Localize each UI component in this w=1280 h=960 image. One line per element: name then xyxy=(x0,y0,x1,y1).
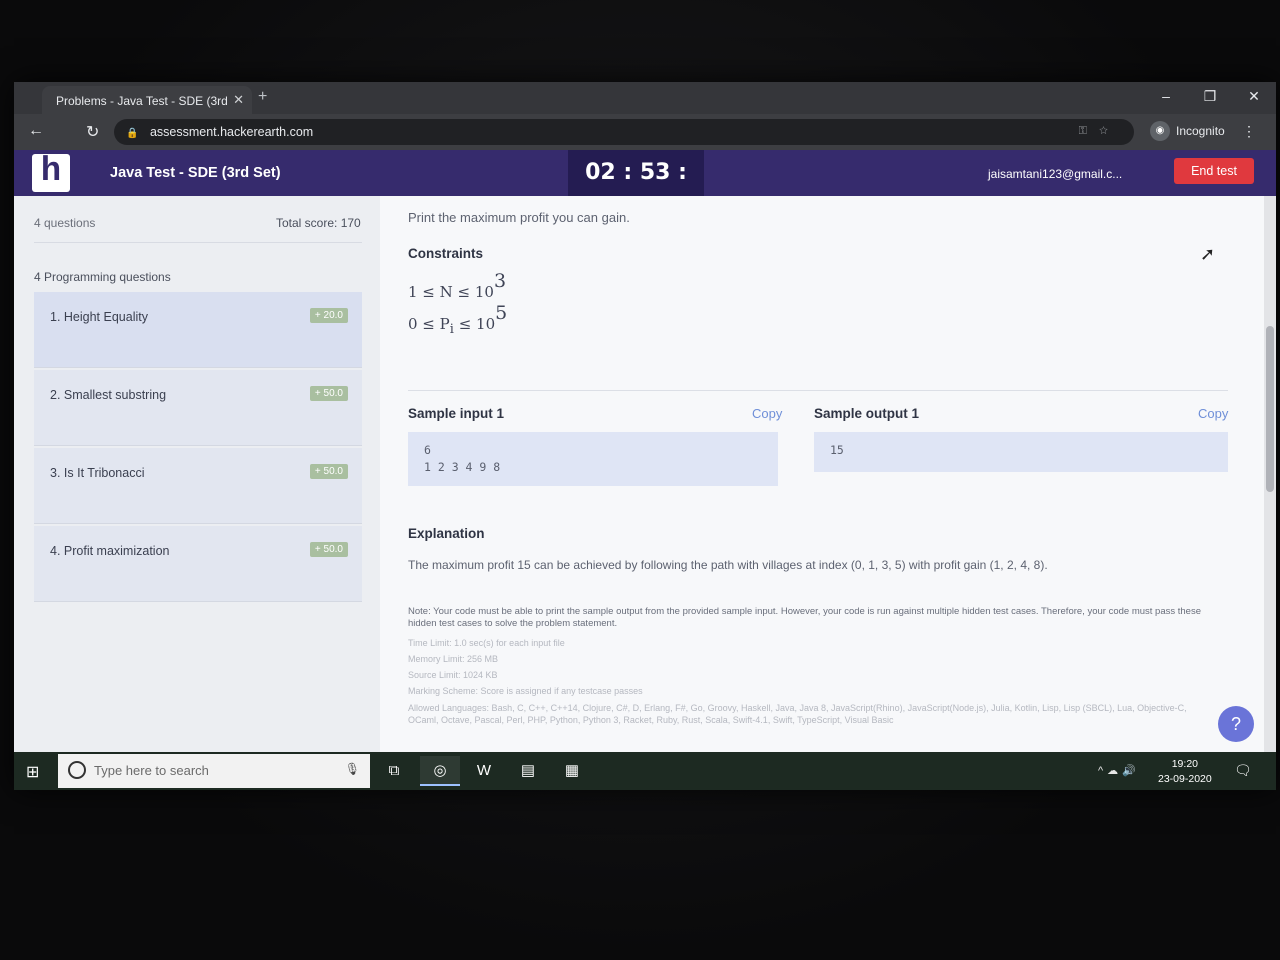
close-window-button[interactable]: ✕ xyxy=(1232,82,1276,110)
question-item-3[interactable]: 3. Is It Tribonacci + 50.0 xyxy=(34,448,362,524)
sample-input-box: 6 1 2 3 4 9 8 xyxy=(408,432,778,486)
question-score-badge: + 20.0 xyxy=(309,308,348,323)
windows-start-icon[interactable]: ⊞ xyxy=(26,762,39,782)
store-icon[interactable]: ▦ xyxy=(552,756,592,786)
notification-icon[interactable]: 🗨 xyxy=(1234,762,1252,779)
word-icon[interactable]: W xyxy=(464,756,504,786)
user-email[interactable]: jaisamtani123@gmail.c... xyxy=(988,167,1122,181)
reload-icon[interactable]: ↻ xyxy=(86,122,99,142)
constraint-n-text: 1 ≤ N ≤ 10 xyxy=(408,283,494,301)
question-item-2[interactable]: 2. Smallest substring + 50.0 xyxy=(34,370,362,446)
search-placeholder: Type here to search xyxy=(94,763,209,778)
sidebar-divider xyxy=(34,242,362,243)
section-title: 4 Programming questions xyxy=(34,270,171,284)
lock-icon: 🔒 xyxy=(126,128,139,139)
copy-output-button[interactable]: Copy xyxy=(1198,406,1228,421)
sample-output-box: 15 xyxy=(814,432,1228,472)
explanation-text: The maximum profit 15 can be achieved by… xyxy=(408,558,1048,572)
browser-tab-strip: Problems - Java Test - SDE (3rd ✕ + – ❐ … xyxy=(14,82,1276,114)
restore-button[interactable]: ❐ xyxy=(1188,82,1232,110)
marking-scheme: Marking Scheme: Score is assigned if any… xyxy=(408,686,643,696)
taskbar-clock[interactable]: 19:20 23-09-2020 xyxy=(1158,757,1212,787)
browser-tab[interactable]: Problems - Java Test - SDE (3rd ✕ xyxy=(42,86,252,114)
incognito-indicator[interactable]: ◉ Incognito xyxy=(1150,121,1225,141)
url-text: assessment.hackerearth.com xyxy=(149,125,314,139)
taskbar-search[interactable]: Type here to search 🎙 xyxy=(58,754,370,788)
hackerearth-logo[interactable]: h xyxy=(32,154,70,192)
omnibox-icons[interactable]: ⚿☆ xyxy=(1079,125,1120,138)
constraints-heading: Constraints xyxy=(408,246,484,261)
tab-title: Problems - Java Test - SDE (3rd xyxy=(56,94,228,108)
sample-input-heading: Sample input 1 xyxy=(408,406,505,421)
minimize-button[interactable]: – xyxy=(1144,82,1188,110)
window-controls: – ❐ ✕ xyxy=(1144,82,1276,110)
note-text: Note: Your code must be able to print th… xyxy=(408,606,1201,629)
help-icon[interactable]: ? xyxy=(1218,706,1254,742)
output-format-text: Print the maximum profit you can gain. xyxy=(408,210,630,225)
system-tray-icons[interactable]: ^☁🔊 xyxy=(1098,764,1140,777)
question-title: 1. Height Equality xyxy=(50,310,148,324)
mouse-cursor-icon: ➚ xyxy=(1200,244,1216,264)
task-view-icon[interactable]: ⧉ xyxy=(374,756,414,786)
windows-taskbar: ⊞ Type here to search 🎙 ⧉ ◎ W ▤ ▦ ^☁🔊 19… xyxy=(14,752,1276,790)
source-limit: Source Limit: 1024 KB xyxy=(408,670,498,680)
question-title: 2. Smallest substring xyxy=(50,388,167,402)
photo-stage: Problems - Java Test - SDE (3rd ✕ + – ❐ … xyxy=(0,0,1280,960)
site-header: h Java Test - SDE (3rd Set) 02 : 53 : 19… xyxy=(14,150,1276,231)
allowed-languages: Allowed Languages: Bash, C, C++, C++14, … xyxy=(408,703,1187,725)
end-test-button[interactable]: End test xyxy=(1174,158,1254,184)
question-score-badge: + 50.0 xyxy=(309,464,348,479)
constraint-p-exponent: 5 xyxy=(495,302,508,324)
cortana-circle-icon xyxy=(68,761,86,779)
incognito-label: Incognito xyxy=(1176,124,1225,138)
question-item-4[interactable]: 4. Profit maximization + 50.0 xyxy=(34,526,362,602)
sample-output-heading: Sample output 1 xyxy=(814,406,920,421)
browser-toolbar: ← ↻ 🔒 assessment.hackerearth.com ⚿☆ ◉ In… xyxy=(14,114,1276,150)
copy-input-button[interactable]: Copy xyxy=(752,406,782,421)
test-title: Java Test - SDE (3rd Set) xyxy=(110,165,281,181)
memory-limit: Memory Limit: 256 MB xyxy=(408,654,499,664)
question-title: 4. Profit maximization xyxy=(50,544,170,558)
constraint-n-exponent: 3 xyxy=(493,270,507,292)
menu-kebab-icon[interactable]: ⋮ xyxy=(1242,123,1256,140)
question-sidebar: 4 questions Total score: 170 4 Programmi… xyxy=(14,196,380,752)
time-limit: Time Limit: 1.0 sec(s) for each input fi… xyxy=(408,638,565,648)
constraint-p-text: 0 ≤ P xyxy=(408,315,450,333)
total-score: Total score: 170 xyxy=(276,216,361,230)
constraint-p: 0 ≤ Pi ≤ 105 xyxy=(408,302,507,337)
question-score-badge: + 50.0 xyxy=(309,386,348,401)
constraint-n: 1 ≤ N ≤ 103 xyxy=(408,270,506,301)
section-divider xyxy=(408,390,1228,391)
constraint-p-bound: ≤ 10 xyxy=(453,315,496,333)
clock-date: 23-09-2020 xyxy=(1158,773,1212,785)
incognito-icon: ◉ xyxy=(1150,121,1170,141)
scrollbar-thumb[interactable] xyxy=(1266,326,1274,492)
file-explorer-icon[interactable]: ▤ xyxy=(508,756,548,786)
chrome-icon[interactable]: ◎ xyxy=(420,756,460,786)
countdown-timer: 02 : 53 : 19 xyxy=(568,150,704,231)
tab-close-icon[interactable]: ✕ xyxy=(233,92,244,108)
clock-time: 19:20 xyxy=(1171,758,1198,770)
laptop-screen: Problems - Java Test - SDE (3rd ✕ + – ❐ … xyxy=(14,82,1276,790)
questions-count: 4 questions xyxy=(34,216,96,230)
explanation-heading: Explanation xyxy=(408,526,485,541)
back-arrow-icon[interactable]: ← xyxy=(28,122,44,140)
microphone-icon[interactable]: 🎙 xyxy=(345,762,360,776)
question-score-badge: + 50.0 xyxy=(309,542,348,557)
question-item-1[interactable]: 1. Height Equality + 20.0 xyxy=(34,292,362,368)
address-bar[interactable]: 🔒 assessment.hackerearth.com ⚿☆ xyxy=(114,119,1134,145)
problem-content: Print the maximum profit you can gain. C… xyxy=(380,196,1264,752)
new-tab-button[interactable]: + xyxy=(258,88,267,106)
question-title: 3. Is It Tribonacci xyxy=(50,466,145,480)
